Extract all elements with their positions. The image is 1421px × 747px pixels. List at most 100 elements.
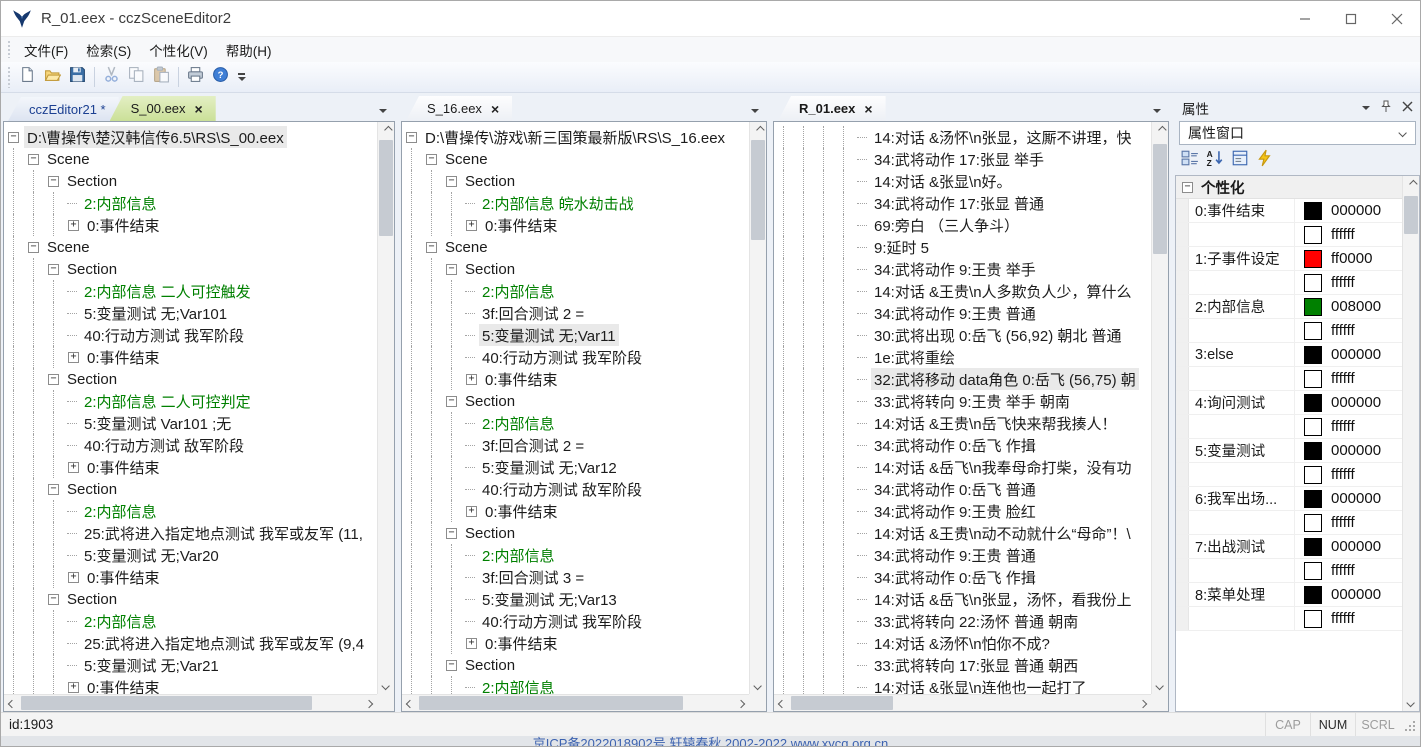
expand-icon[interactable]: +: [68, 220, 79, 231]
collapse-icon[interactable]: −: [48, 594, 59, 605]
tree-row[interactable]: −Scene: [4, 148, 377, 170]
property-row[interactable]: ffffff: [1176, 511, 1402, 535]
property-row[interactable]: 6:我军出场...000000: [1176, 487, 1402, 511]
property-row[interactable]: ffffff: [1176, 463, 1402, 487]
color-swatch[interactable]: [1304, 250, 1322, 268]
color-hex-value[interactable]: ffffff: [1331, 514, 1355, 531]
scroll-down-arrow[interactable]: [378, 678, 395, 694]
property-row[interactable]: ffffff: [1176, 319, 1402, 343]
properties-scrollbar[interactable]: [1402, 176, 1419, 711]
scroll-up-arrow[interactable]: [1403, 176, 1420, 192]
color-hex-value[interactable]: ffffff: [1331, 562, 1355, 579]
tree-row[interactable]: 3f:回合测试 2 =: [402, 302, 749, 324]
collapse-icon[interactable]: −: [48, 176, 59, 187]
scroll-right-arrow[interactable]: [361, 695, 377, 712]
color-hex-value[interactable]: ffffff: [1331, 370, 1355, 387]
color-swatch[interactable]: [1304, 274, 1322, 292]
tree-row[interactable]: 1e:武将重绘: [774, 346, 1151, 368]
menu-help[interactable]: 帮助(H): [217, 37, 281, 63]
sort-alphabetical-button[interactable]: AZ: [1206, 149, 1224, 172]
tree-row[interactable]: −Section: [402, 522, 749, 544]
color-hex-value[interactable]: ff0000: [1331, 250, 1372, 267]
copy-button[interactable]: [124, 65, 149, 90]
cut-button[interactable]: [99, 65, 124, 90]
scroll-up-arrow[interactable]: [1152, 122, 1169, 138]
vertical-scrollbar[interactable]: [1151, 122, 1168, 694]
tree-row[interactable]: −Scene: [402, 236, 749, 258]
tree-row[interactable]: 5:变量测试 无;Var13: [402, 588, 749, 610]
tab-list-dropdown-icon[interactable]: [751, 109, 759, 113]
expand-icon[interactable]: +: [466, 506, 477, 517]
color-swatch[interactable]: [1304, 418, 1322, 436]
paste-button[interactable]: [149, 65, 174, 90]
collapse-icon[interactable]: −: [446, 660, 457, 671]
tree-row[interactable]: 34:武将动作 17:张显 普通: [774, 192, 1151, 214]
properties-close-icon[interactable]: [1402, 100, 1413, 115]
tree-row[interactable]: 32:武将移动 data角色 0:岳飞 (56,75) 朝: [774, 368, 1151, 390]
tree-row[interactable]: 5:变量测试 无;Var21: [4, 654, 377, 676]
tree-row[interactable]: 2:内部信息: [402, 412, 749, 434]
color-hex-value[interactable]: ffffff: [1331, 322, 1355, 339]
resize-grip[interactable]: [1400, 713, 1420, 736]
scrollbar-thumb[interactable]: [419, 696, 683, 710]
tree-row[interactable]: 34:武将动作 9:王贵 举手: [774, 258, 1151, 280]
scroll-left-arrow[interactable]: [774, 695, 790, 712]
category-row-personalization[interactable]: −个性化: [1176, 176, 1402, 199]
property-row[interactable]: ffffff: [1176, 607, 1402, 631]
color-swatch[interactable]: [1304, 394, 1322, 412]
tree-row[interactable]: 2:内部信息: [402, 676, 749, 694]
tree-row[interactable]: 40:行动方测试 我军阶段: [402, 610, 749, 632]
tree-row[interactable]: 14:对话 &汤怀\n张显，这厮不讲理，快: [774, 126, 1151, 148]
expand-icon[interactable]: +: [466, 638, 477, 649]
menu-file[interactable]: 文件(F): [15, 37, 77, 63]
color-hex-value[interactable]: ffffff: [1331, 418, 1355, 435]
expand-icon[interactable]: +: [68, 352, 79, 363]
collapse-icon[interactable]: −: [1182, 182, 1193, 193]
tree-row[interactable]: −Section: [4, 368, 377, 390]
horizontal-scrollbar[interactable]: [402, 694, 749, 711]
vertical-scrollbar[interactable]: [749, 122, 766, 694]
scroll-left-arrow[interactable]: [4, 695, 20, 712]
tree-row[interactable]: 25:武将进入指定地点测试 我军或友军 (11,: [4, 522, 377, 544]
vertical-scrollbar[interactable]: [377, 122, 394, 694]
color-swatch[interactable]: [1304, 562, 1322, 580]
tab-ccz-editor21[interactable]: cczEditor21 *: [8, 97, 119, 121]
tree-row[interactable]: 14:对话 &汤怀\n怕你不成?: [774, 632, 1151, 654]
tree-row[interactable]: −Section: [4, 588, 377, 610]
tree-row[interactable]: 30:武将出现 0:岳飞 (56,92) 朝北 普通: [774, 324, 1151, 346]
tree-row[interactable]: 14:对话 &王贵\n人多欺负人少，算什么: [774, 280, 1151, 302]
tab-close-icon[interactable]: ×: [864, 102, 872, 116]
tree-row[interactable]: 34:武将动作 17:张显 举手: [774, 148, 1151, 170]
toolbar-options-button[interactable]: [235, 65, 248, 90]
expand-icon[interactable]: +: [68, 572, 79, 583]
close-button[interactable]: [1374, 1, 1420, 36]
tab-list-dropdown-icon[interactable]: [379, 109, 387, 113]
tree-row[interactable]: −Scene: [4, 236, 377, 258]
expand-icon[interactable]: +: [68, 462, 79, 473]
scrollbar-thumb[interactable]: [751, 140, 765, 240]
help-button[interactable]: ?: [208, 65, 233, 90]
color-swatch[interactable]: [1304, 538, 1322, 556]
property-row[interactable]: 8:菜单处理000000: [1176, 583, 1402, 607]
tree-row[interactable]: 40:行动方测试 我军阶段: [402, 346, 749, 368]
color-hex-value[interactable]: ffffff: [1331, 466, 1355, 483]
events-lightning-button[interactable]: [1256, 149, 1274, 172]
tree-row[interactable]: +0:事件结束: [4, 346, 377, 368]
tab-r01[interactable]: R_01.eex×: [778, 96, 886, 121]
color-swatch[interactable]: [1304, 586, 1322, 604]
print-button[interactable]: [183, 65, 208, 90]
scroll-down-arrow[interactable]: [1403, 695, 1420, 711]
property-row[interactable]: ffffff: [1176, 559, 1402, 583]
property-row[interactable]: 4:询问测试000000: [1176, 391, 1402, 415]
color-hex-value[interactable]: ffffff: [1331, 226, 1355, 243]
tree-row[interactable]: +0:事件结束: [402, 632, 749, 654]
property-row[interactable]: 7:出战测试000000: [1176, 535, 1402, 559]
tree-row[interactable]: −Scene: [402, 148, 749, 170]
tree-row[interactable]: +0:事件结束: [402, 500, 749, 522]
scroll-up-arrow[interactable]: [378, 122, 395, 138]
horizontal-scrollbar[interactable]: [774, 694, 1151, 711]
tree-row[interactable]: −Section: [402, 170, 749, 192]
tree-row[interactable]: 34:武将动作 0:岳飞 普通: [774, 478, 1151, 500]
tree-row[interactable]: 5:变量测试 无;Var101: [4, 302, 377, 324]
tree-row[interactable]: 5:变量测试 无;Var20: [4, 544, 377, 566]
